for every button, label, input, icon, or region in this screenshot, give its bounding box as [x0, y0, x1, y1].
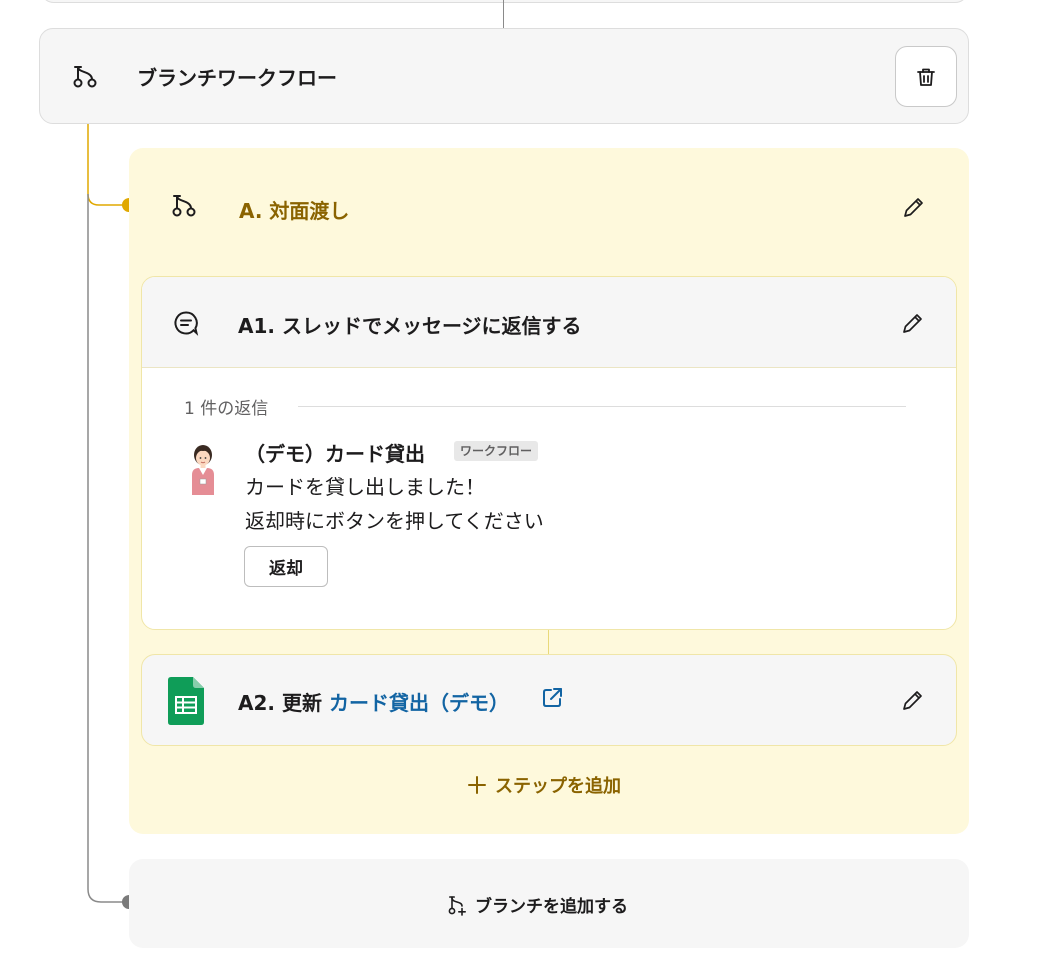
branch-workflow-title: ブランチワークフロー [137, 66, 337, 90]
return-button[interactable]: 返却 [244, 546, 328, 587]
step-a1-title: A1. スレッドでメッセージに返信する [238, 314, 582, 338]
connector-line [503, 0, 504, 28]
step-connector-line [548, 630, 549, 654]
step-a1-card[interactable]: A1. スレッドでメッセージに返信する 1 件の返信 （デモ）カード貸出 ワーク… [141, 276, 957, 630]
pencil-icon[interactable] [901, 194, 927, 220]
add-branch-button[interactable]: ブランチを追加する [129, 859, 969, 948]
step-a1-header: A1. スレッドでメッセージに返信する [142, 277, 956, 368]
branch-icon [172, 195, 196, 217]
message-text-line: カードを貸し出しました！ [245, 475, 485, 499]
add-branch-icon [448, 895, 466, 916]
branch-workflow-card: ブランチワークフロー [39, 28, 969, 124]
pencil-icon[interactable] [900, 687, 926, 713]
spreadsheet-link[interactable]: カード貸出（デモ） [329, 687, 509, 716]
message-text-line: 返却時にボタンを押してください [245, 509, 544, 533]
add-step-button[interactable]: ステップを追加 [467, 770, 621, 800]
workflow-badge: ワークフロー [454, 441, 539, 461]
delete-branch-button[interactable] [895, 46, 957, 107]
reply-count: 1 件の返信 [184, 399, 269, 419]
external-link-icon[interactable] [540, 686, 564, 710]
google-sheets-icon [168, 677, 204, 725]
message-reply-icon [174, 311, 199, 336]
branch-a-panel: A. 対面渡し A1. スレッドでメッセージに返信する 1 件の返信 （デモ）カ… [129, 148, 969, 834]
message-sender: （デモ）カード貸出 [245, 442, 425, 466]
step-a2-label: A2. 更新 [238, 691, 322, 715]
pencil-icon[interactable] [900, 310, 926, 336]
branch-icon [73, 66, 97, 88]
step-a2-card[interactable]: A2. 更新 カード貸出（デモ） [141, 654, 957, 746]
trash-icon [917, 68, 935, 86]
add-branch-label: ブランチを追加する [475, 897, 628, 917]
plus-icon [468, 776, 486, 794]
branch-a-title: A. 対面渡し [239, 199, 350, 223]
divider [298, 406, 906, 407]
avatar-woman-icon [192, 445, 214, 495]
previous-step-card [40, 0, 969, 3]
add-step-label: ステップを追加 [495, 776, 621, 797]
